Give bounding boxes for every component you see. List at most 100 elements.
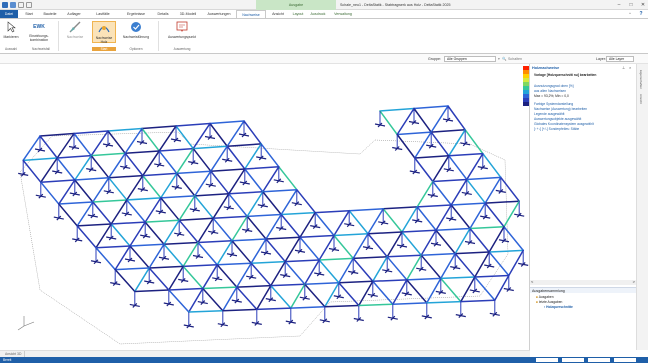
timber-member[interactable] xyxy=(440,276,476,280)
timber-member[interactable] xyxy=(420,254,442,280)
timber-member[interactable] xyxy=(73,130,109,135)
search-icon[interactable]: 🔍 xyxy=(502,54,506,64)
timber-member[interactable] xyxy=(114,267,150,271)
group-filter-select[interactable]: Alle Gruppen xyxy=(444,56,496,62)
timber-member[interactable] xyxy=(163,243,184,268)
timber-member[interactable] xyxy=(396,131,432,136)
timber-member[interactable] xyxy=(129,221,146,247)
redo-icon[interactable] xyxy=(26,2,32,8)
timber-member[interactable] xyxy=(39,135,58,159)
timber-member[interactable] xyxy=(134,289,170,293)
timber-member[interactable] xyxy=(416,204,452,208)
timber-member[interactable] xyxy=(192,145,228,150)
timber-member[interactable] xyxy=(260,143,280,168)
timber-member[interactable] xyxy=(379,110,398,136)
timber-member[interactable] xyxy=(466,176,502,181)
timber-member[interactable] xyxy=(202,286,238,290)
timber-member[interactable] xyxy=(413,107,432,133)
timber-member[interactable] xyxy=(58,203,78,227)
timber-member[interactable] xyxy=(416,206,437,231)
timber-member[interactable] xyxy=(352,256,388,260)
timber-member[interactable] xyxy=(372,256,388,283)
timber-member[interactable] xyxy=(40,181,60,205)
timber-member[interactable] xyxy=(338,257,354,284)
tab-start[interactable]: Start xyxy=(22,10,36,18)
timber-member[interactable] xyxy=(464,129,484,155)
scroll-right-icon[interactable]: > xyxy=(633,279,635,284)
timber-member[interactable] xyxy=(148,243,165,269)
status-field[interactable] xyxy=(562,358,584,362)
timber-member[interactable] xyxy=(246,215,267,240)
timber-member[interactable] xyxy=(262,166,280,193)
timber-member[interactable] xyxy=(304,283,326,308)
timber-member[interactable] xyxy=(226,143,262,147)
timber-member[interactable] xyxy=(450,178,468,206)
ribbon-collapse-icon[interactable]: ^ xyxy=(626,10,634,18)
scroll-left-icon[interactable]: < xyxy=(531,279,533,284)
verification-button[interactable]: Nachweise xyxy=(62,21,88,39)
timber-member[interactable] xyxy=(484,200,520,204)
search-label[interactable]: Schalten xyxy=(508,54,522,64)
timber-member[interactable] xyxy=(110,223,131,247)
timber-member[interactable] xyxy=(129,245,150,269)
timber-member[interactable] xyxy=(236,262,252,288)
proof-button[interactable]: Nachweisführung xyxy=(118,21,154,39)
timber-member[interactable] xyxy=(163,241,199,245)
timber-member[interactable] xyxy=(210,145,228,172)
timber-member[interactable] xyxy=(469,227,490,253)
timber-member[interactable] xyxy=(246,213,282,218)
timber-member[interactable] xyxy=(163,219,180,245)
tab-auflager[interactable]: Auflager xyxy=(64,10,84,18)
timber-member[interactable] xyxy=(178,219,199,244)
select-button[interactable]: Markieren xyxy=(2,21,20,39)
timber-member[interactable] xyxy=(488,226,505,253)
timber-member[interactable] xyxy=(386,231,403,258)
timber-member[interactable] xyxy=(447,105,466,131)
evaluation-point-button[interactable]: Auswertungspunkt xyxy=(162,21,202,39)
timber-member[interactable] xyxy=(262,188,298,193)
timber-member[interactable] xyxy=(379,107,415,112)
timber-member[interactable] xyxy=(484,202,505,228)
help-icon[interactable]: ? xyxy=(636,10,646,18)
timber-member[interactable] xyxy=(144,197,162,223)
tab-ansicht[interactable]: Ansicht xyxy=(268,10,288,18)
timber-member[interactable] xyxy=(236,284,272,288)
timber-member[interactable] xyxy=(270,284,292,309)
timber-member[interactable] xyxy=(222,286,238,312)
timber-member[interactable] xyxy=(304,282,340,285)
timber-member[interactable] xyxy=(22,135,41,162)
timber-member[interactable] xyxy=(401,206,418,233)
timber-member[interactable] xyxy=(182,264,218,268)
timber-member[interactable] xyxy=(182,241,199,268)
pin-icon[interactable]: ⊥ xyxy=(622,65,625,70)
tree-item-timber-sections[interactable]: ▪ Holzquerschnitte xyxy=(544,305,573,309)
tab-auswertungen[interactable]: Auswertungen xyxy=(204,10,234,18)
option-legend[interactable]: Legende ausgewählt xyxy=(534,112,564,116)
timber-member[interactable] xyxy=(124,127,143,155)
timber-member[interactable] xyxy=(148,265,184,269)
tab-file[interactable]: Datei xyxy=(0,10,18,18)
timber-member[interactable] xyxy=(500,176,520,202)
timber-member[interactable] xyxy=(392,279,408,305)
timber-member[interactable] xyxy=(396,133,416,159)
timber-member[interactable] xyxy=(178,217,214,221)
timber-member[interactable] xyxy=(236,286,258,311)
timber-member[interactable] xyxy=(406,254,422,281)
timber-member[interactable] xyxy=(284,259,320,263)
close-icon[interactable]: × xyxy=(629,65,631,70)
timber-member[interactable] xyxy=(226,120,245,147)
timber-member[interactable] xyxy=(324,282,340,308)
timber-member[interactable] xyxy=(265,238,286,263)
timber-member[interactable] xyxy=(197,217,214,244)
timber-member[interactable] xyxy=(188,287,204,313)
timber-member[interactable] xyxy=(39,132,75,137)
timber-member[interactable] xyxy=(124,152,144,177)
timber-member[interactable] xyxy=(216,240,233,266)
timber-member[interactable] xyxy=(280,188,298,216)
timber-member[interactable] xyxy=(226,145,246,170)
timber-member[interactable] xyxy=(95,247,116,271)
timber-member[interactable] xyxy=(107,127,143,132)
option-evaluation-objects[interactable]: Auswertungsobjekte ausgewählt xyxy=(534,117,581,121)
timber-member[interactable] xyxy=(448,152,484,157)
timber-member[interactable] xyxy=(58,201,94,205)
